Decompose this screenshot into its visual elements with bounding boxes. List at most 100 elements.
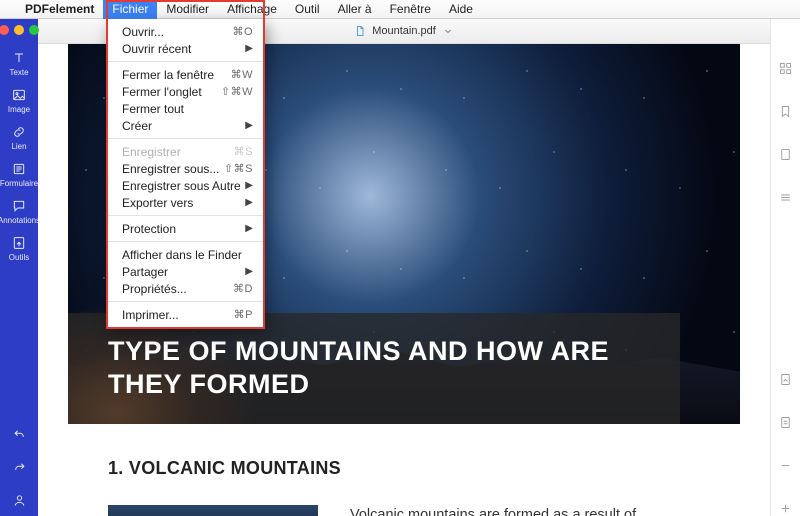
- menu-item-label: Enregistrer: [122, 145, 181, 159]
- menu-shortcut: ⌘P: [234, 308, 253, 321]
- menu-item-ouvrir[interactable]: Ouvrir... ⌘O: [108, 23, 263, 40]
- menu-aide[interactable]: Aide: [440, 0, 482, 19]
- menu-item-label: Fermer l'onglet: [122, 85, 202, 99]
- tool-link[interactable]: Lien: [1, 119, 37, 156]
- document-title: TYPE OF MOUNTAINS AND HOW ARE THEY FORME…: [108, 335, 640, 403]
- menu-item-label: Enregistrer sous...: [122, 162, 219, 176]
- submenu-arrow-icon: ▶: [245, 43, 253, 54]
- tab-filename[interactable]: Mountain.pdf: [372, 25, 436, 37]
- menu-item-ouvrir-r-cent[interactable]: Ouvrir récent ▶: [108, 40, 263, 57]
- tool-label: Image: [8, 105, 30, 114]
- tools-icon: [11, 235, 27, 251]
- menu-item-protection[interactable]: Protection ▶: [108, 220, 263, 237]
- bookmark-icon[interactable]: [778, 104, 793, 119]
- menu-item-fermer-tout[interactable]: Fermer tout: [108, 100, 263, 117]
- menu-item-label: Imprimer...: [122, 308, 179, 322]
- attachment-icon[interactable]: [778, 147, 793, 162]
- menu-item-fermer-la-fen-tre[interactable]: Fermer la fenêtre ⌘W: [108, 66, 263, 83]
- menu-item-label: Fermer tout: [122, 102, 184, 116]
- thumbnails-icon[interactable]: [778, 61, 793, 76]
- menu-item-cr-er[interactable]: Créer▶: [108, 117, 263, 134]
- text-icon: [11, 50, 27, 66]
- menu-item-fermer-l-onglet[interactable]: Fermer l'onglet ⇧⌘W: [108, 83, 263, 100]
- tool-text[interactable]: Texte: [1, 45, 37, 82]
- menu-shortcut: ⇧⌘W: [221, 85, 253, 98]
- tool-label: Annotations: [0, 216, 40, 225]
- menu-aller-à[interactable]: Aller à: [329, 0, 381, 19]
- menu-fenêtre[interactable]: Fenêtre: [381, 0, 440, 19]
- menu-shortcut: ⌘W: [231, 68, 253, 81]
- fullscreen-window-button[interactable]: [29, 25, 39, 35]
- menu-item-label: Enregistrer sous Autre: [122, 179, 241, 193]
- file-icon: [354, 25, 366, 37]
- app-menu[interactable]: PDFelement: [16, 2, 103, 16]
- menu-item-enregistrer: Enregistrer ⌘S: [108, 143, 263, 160]
- tab-dropdown-icon[interactable]: [442, 25, 454, 37]
- menu-item-label: Protection: [122, 222, 176, 236]
- menu-item-label: Fermer la fenêtre: [122, 68, 214, 82]
- submenu-arrow-icon: ▶: [245, 180, 253, 191]
- image-icon: [11, 87, 27, 103]
- menu-item-label: Créer: [122, 119, 152, 133]
- menu-separator: [108, 241, 263, 242]
- hero-title-box: TYPE OF MOUNTAINS AND HOW ARE THEY FORME…: [68, 313, 680, 425]
- search-panel-icon[interactable]: [778, 190, 793, 205]
- menu-item-label: Afficher dans le Finder: [122, 248, 242, 262]
- menu-item-propri-t-s[interactable]: Propriétés... ⌘D: [108, 280, 263, 297]
- menu-item-label: Partager: [122, 265, 168, 279]
- submenu-arrow-icon: ▶: [245, 197, 253, 208]
- menu-separator: [108, 215, 263, 216]
- undo-icon[interactable]: [12, 427, 27, 442]
- menu-separator: [108, 61, 263, 62]
- menu-shortcut: ⌘O: [232, 25, 253, 38]
- close-window-button[interactable]: [0, 25, 9, 35]
- user-icon[interactable]: [12, 493, 27, 508]
- menu-item-label: Propriétés...: [122, 282, 187, 296]
- section-paragraph: Volcanic mountains are formed as a resul…: [350, 505, 700, 516]
- menu-item-afficher-dans-le-finder[interactable]: Afficher dans le Finder: [108, 246, 263, 263]
- menu-item-enregistrer-sous-autre[interactable]: Enregistrer sous Autre ▶: [108, 177, 263, 194]
- menu-shortcut: ⇧⌘S: [224, 162, 253, 175]
- zoom-in-icon[interactable]: [778, 501, 793, 516]
- menu-item-exporter-vers[interactable]: Exporter vers ▶: [108, 194, 263, 211]
- section-image: [108, 505, 318, 516]
- crop-icon[interactable]: [778, 372, 793, 387]
- menu-outil[interactable]: Outil: [286, 0, 329, 19]
- menu-item-label: Ouvrir...: [122, 25, 164, 39]
- tool-tools[interactable]: Outils: [1, 230, 37, 267]
- section-heading: 1. VOLCANIC MOUNTAINS: [108, 458, 700, 479]
- system-menubar: PDFelement FichierModifierAffichageOutil…: [0, 0, 800, 19]
- tool-label: Formulaire: [0, 179, 38, 188]
- menu-item-label: Ouvrir récent: [122, 42, 191, 56]
- tool-image[interactable]: Image: [1, 82, 37, 119]
- form-icon: [11, 161, 27, 177]
- menu-separator: [108, 301, 263, 302]
- zoom-out-icon[interactable]: [778, 458, 793, 473]
- link-icon: [11, 124, 27, 140]
- left-toolbar: Texte Image Lien Formulaire Annotations Outil…: [0, 19, 38, 516]
- minimize-window-button[interactable]: [14, 25, 24, 35]
- tool-label: Texte: [9, 68, 28, 77]
- tool-label: Outils: [9, 253, 29, 262]
- menu-item-enregistrer-sous[interactable]: Enregistrer sous... ⇧⌘S: [108, 160, 263, 177]
- tool-label: Lien: [11, 142, 26, 151]
- menu-affichage[interactable]: Affichage: [218, 0, 286, 19]
- menu-item-imprimer[interactable]: Imprimer... ⌘P: [108, 306, 263, 323]
- right-toolbar: [770, 19, 800, 516]
- fit-page-icon[interactable]: [778, 415, 793, 430]
- file-menu-dropdown[interactable]: Ouvrir... ⌘O Ouvrir récent ▶ Fermer la fenêt…: [106, 19, 265, 329]
- menu-item-label: Exporter vers: [122, 196, 193, 210]
- submenu-arrow-icon: ▶: [245, 223, 253, 234]
- tool-annot[interactable]: Annotations: [1, 193, 37, 230]
- menu-shortcut: ⌘D: [233, 282, 253, 295]
- window-traffic-lights[interactable]: [0, 25, 39, 35]
- menu-separator: [108, 138, 263, 139]
- submenu-arrow-icon: ▶: [245, 266, 253, 277]
- tool-form[interactable]: Formulaire: [1, 156, 37, 193]
- menu-modifier[interactable]: Modifier: [157, 0, 218, 19]
- menu-fichier[interactable]: Fichier: [103, 0, 157, 19]
- menu-shortcut: ⌘S: [234, 145, 253, 158]
- annot-icon: [11, 198, 27, 214]
- menu-item-partager[interactable]: Partager ▶: [108, 263, 263, 280]
- redo-icon[interactable]: [12, 460, 27, 475]
